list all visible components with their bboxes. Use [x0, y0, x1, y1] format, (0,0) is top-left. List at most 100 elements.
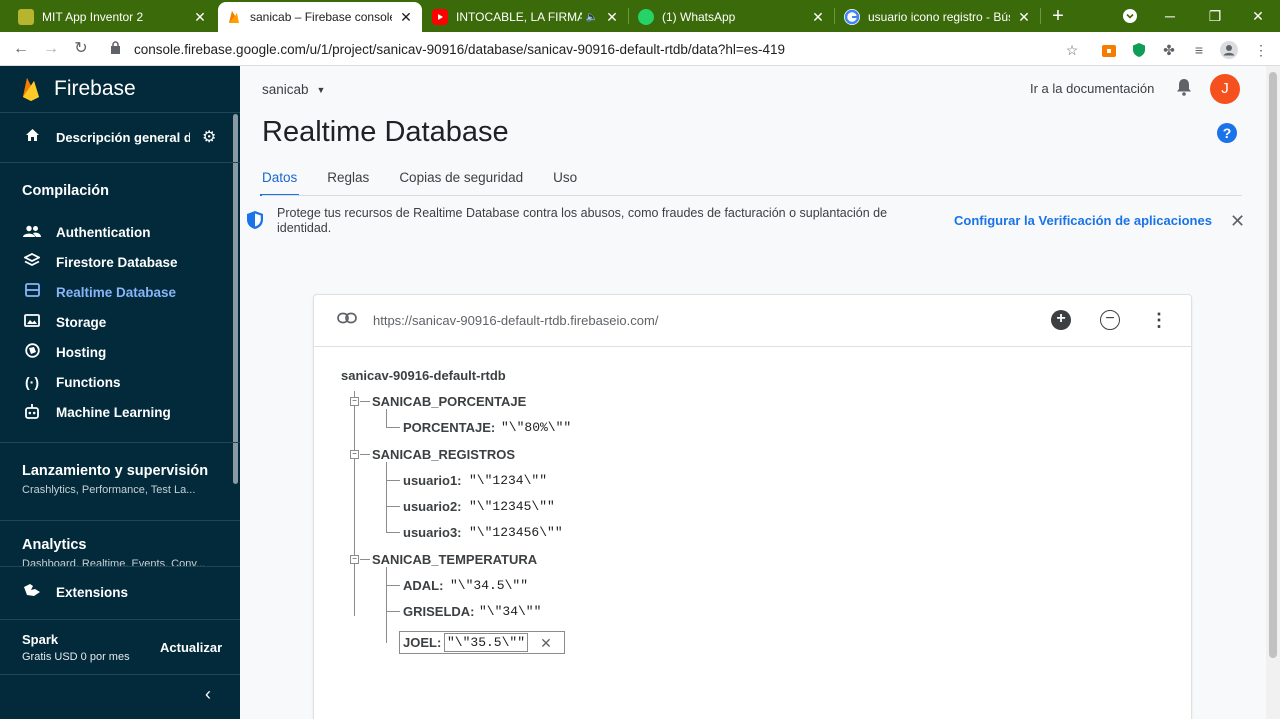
- tree-root-key[interactable]: sanicav-90916-default-rtdb: [341, 368, 506, 383]
- extensions-puzzle-icon[interactable]: ✤: [1159, 40, 1179, 60]
- tab-uso[interactable]: Uso: [553, 166, 577, 196]
- new-tab-button[interactable]: +: [1046, 4, 1070, 28]
- minimize-window-icon[interactable]: ─: [1150, 0, 1190, 32]
- close-tab-icon[interactable]: ✕: [604, 9, 620, 26]
- tree-leaf-key[interactable]: GRISELDA:: [403, 604, 475, 619]
- tree-leaf-key[interactable]: JOEL:: [403, 635, 441, 650]
- extension-icon[interactable]: [1099, 40, 1119, 60]
- database-tabs: Datos Reglas Copias de seguridad Uso: [259, 166, 607, 196]
- configure-app-check-link[interactable]: Configurar la Verificación de aplicacion…: [954, 213, 1212, 228]
- forward-icon[interactable]: →: [40, 38, 62, 60]
- collapse-sidebar-icon[interactable]: ‹: [198, 684, 218, 708]
- project-selector[interactable]: sanicab ▼: [262, 82, 325, 97]
- cancel-edit-icon[interactable]: ✕: [536, 633, 556, 653]
- browser-tab-firebase[interactable]: sanicab – Firebase console ✕: [218, 2, 422, 32]
- gear-icon[interactable]: ⚙: [202, 127, 222, 147]
- reading-list-icon[interactable]: ≡: [1189, 40, 1209, 60]
- upgrade-button[interactable]: Actualizar: [160, 640, 222, 655]
- address-bar[interactable]: console.firebase.google.com/u/1/project/…: [110, 35, 1090, 63]
- database-icon: [22, 283, 42, 301]
- sidebar-item-label: Authentication: [56, 224, 151, 240]
- profile-icon[interactable]: [1219, 40, 1239, 60]
- close-tab-icon[interactable]: ✕: [398, 9, 414, 26]
- tab-search-icon[interactable]: [1110, 0, 1150, 32]
- add-node-button[interactable]: +: [1051, 310, 1071, 330]
- collapse-node-toggle[interactable]: −: [350, 397, 359, 406]
- section-analytics-heading[interactable]: Analytics: [22, 537, 86, 553]
- tree-leaf-value[interactable]: "\"80%\"": [501, 420, 571, 435]
- tab-datos[interactable]: Datos: [259, 166, 300, 196]
- tree-node-key[interactable]: SANICAB_PORCENTAJE: [372, 394, 526, 409]
- tree-connector: [360, 559, 370, 560]
- tree-connector: [360, 454, 370, 455]
- close-window-icon[interactable]: ✕: [1238, 0, 1278, 32]
- close-tab-icon[interactable]: ✕: [192, 9, 208, 26]
- brand-name: Firebase: [54, 77, 136, 100]
- page-scrollbar[interactable]: [1266, 66, 1280, 719]
- section-build-heading[interactable]: Compilación: [22, 183, 109, 199]
- tree-leaf-key[interactable]: usuario3:: [403, 525, 462, 540]
- notifications-bell-icon[interactable]: [1174, 78, 1194, 100]
- reload-icon[interactable]: ↻: [70, 38, 92, 60]
- sidebar-item-realtime-database[interactable]: Realtime Database: [0, 279, 234, 305]
- tree-node-key[interactable]: SANICAB_TEMPERATURA: [372, 552, 537, 567]
- bookmark-star-icon[interactable]: ☆: [1062, 40, 1082, 60]
- tree-leaf-key[interactable]: PORCENTAJE:: [403, 420, 495, 435]
- tab-reglas[interactable]: Reglas: [327, 166, 369, 196]
- section-release-heading[interactable]: Lanzamiento y supervisión: [22, 463, 208, 479]
- sidebar-item-functions[interactable]: (·) Functions: [0, 369, 234, 395]
- browser-tab-whatsapp[interactable]: (1) WhatsApp ✕: [630, 2, 834, 32]
- tree-leaf-value[interactable]: "\"34.5\"": [450, 578, 528, 593]
- page-scrollbar-thumb[interactable]: [1269, 72, 1277, 658]
- account-avatar[interactable]: J: [1210, 74, 1240, 104]
- sidebar-item-hosting[interactable]: Hosting: [0, 339, 234, 365]
- shield-extension-icon[interactable]: [1129, 40, 1149, 60]
- browser-tab-youtube[interactable]: INTOCABLE, LA FIRMA, PI 🔈 ✕: [424, 2, 628, 32]
- database-viewer-card: https://sanicav-90916-default-rtdb.fireb…: [313, 294, 1192, 719]
- collapse-node-toggle[interactable]: −: [350, 450, 359, 459]
- sidebar-item-storage[interactable]: Storage: [0, 309, 234, 335]
- sidebar-divider: [0, 442, 240, 443]
- firebase-brand[interactable]: Firebase: [22, 76, 136, 102]
- help-icon[interactable]: ?: [1217, 123, 1237, 143]
- back-icon[interactable]: ←: [10, 38, 32, 60]
- sidebar-item-machine-learning[interactable]: Machine Learning: [0, 399, 234, 425]
- audio-playing-icon[interactable]: 🔈: [586, 12, 598, 23]
- tree-leaf-key[interactable]: usuario1:: [403, 473, 462, 488]
- main-content: sanicab ▼ Ir a la documentación J Realti…: [240, 66, 1280, 719]
- tree-leaf-key[interactable]: ADAL:: [403, 578, 443, 593]
- browser-tab-google[interactable]: usuario icono registro - Búsq ✕: [836, 2, 1040, 32]
- tree-leaf-value[interactable]: "\"1234\"": [469, 473, 547, 488]
- database-url[interactable]: https://sanicav-90916-default-rtdb.fireb…: [373, 313, 658, 328]
- tree-connector: [354, 391, 355, 616]
- tree-node-key[interactable]: SANICAB_REGISTROS: [372, 447, 515, 462]
- storage-icon: [22, 313, 42, 331]
- section-analytics-subtitle: Dashboard, Realtime, Events, Conv...: [22, 558, 206, 566]
- tree-leaf-value[interactable]: "\"12345\"": [469, 499, 555, 514]
- tab-copias-de-seguridad[interactable]: Copias de seguridad: [399, 166, 523, 196]
- sidebar-divider: [0, 162, 240, 163]
- tree-leaf-value[interactable]: "\"123456\"": [469, 525, 563, 540]
- edit-value-form: JOEL: ✕: [399, 631, 565, 654]
- docs-link[interactable]: Ir a la documentación: [1030, 81, 1154, 96]
- sidebar-item-label: Realtime Database: [56, 284, 177, 300]
- restore-window-icon[interactable]: ❐: [1195, 0, 1235, 32]
- database-url-bar: https://sanicav-90916-default-rtdb.fireb…: [314, 295, 1191, 347]
- sidebar-item-extensions[interactable]: Extensions: [0, 579, 234, 605]
- more-options-icon[interactable]: ⋮: [1149, 310, 1169, 330]
- edit-value-input[interactable]: [444, 633, 528, 652]
- browser-tab-app-inventor[interactable]: MIT App Inventor 2 ✕: [10, 2, 216, 32]
- tab-separator: [834, 8, 835, 24]
- collapse-all-button[interactable]: −: [1100, 310, 1120, 330]
- sidebar-item-firestore[interactable]: Firestore Database: [0, 249, 234, 275]
- browser-menu-icon[interactable]: ⋮: [1251, 40, 1271, 60]
- sidebar-item-authentication[interactable]: Authentication: [0, 219, 234, 245]
- collapse-node-toggle[interactable]: −: [350, 555, 359, 564]
- close-tab-icon[interactable]: ✕: [810, 9, 826, 26]
- page-title: Realtime Database: [262, 116, 509, 148]
- sidebar-item-overview[interactable]: Descripción general del proyecto ⚙: [0, 122, 234, 152]
- tree-leaf-key[interactable]: usuario2:: [403, 499, 462, 514]
- close-notice-icon[interactable]: ✕: [1230, 211, 1245, 232]
- tree-leaf-value[interactable]: "\"34\"": [479, 604, 541, 619]
- close-tab-icon[interactable]: ✕: [1016, 9, 1032, 26]
